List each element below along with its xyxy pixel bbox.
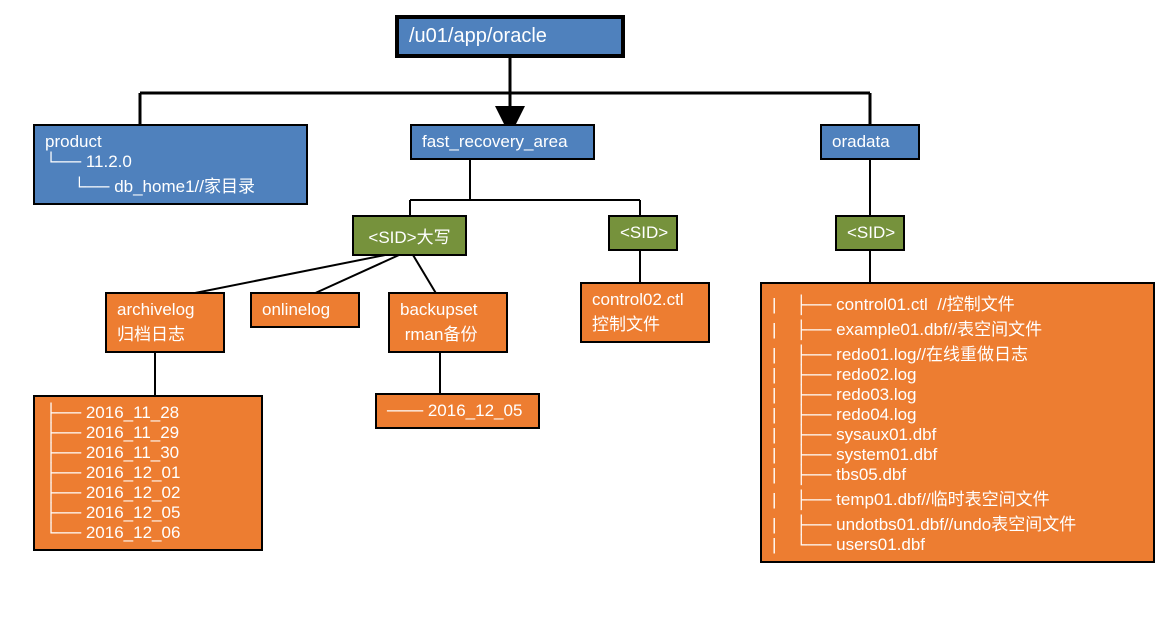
product-box: product └── 11.2.0 └── db_home1//家目录 <box>33 124 308 205</box>
sid-upper-box: <SID>大写 <box>352 215 467 256</box>
fra-sid-box: <SID> <box>608 215 678 251</box>
archivelog-dates-box: ├── 2016_11_28├── 2016_11_29├── 2016_11_… <box>33 395 263 551</box>
archivelog-name: archivelog <box>117 300 213 320</box>
backupset-date: ─── 2016_12_05 <box>387 401 522 420</box>
fra-sid: <SID> <box>620 223 668 242</box>
list-item: | ├── example01.dbf//表空间文件 <box>772 315 1143 340</box>
sid-upper: <SID>大写 <box>368 228 450 247</box>
product-line1: └── 11.2.0 <box>45 152 296 172</box>
oradata-title: oradata <box>832 132 890 151</box>
list-item: | ├── sysaux01.dbf <box>772 425 1143 445</box>
list-item: ├── 2016_12_01 <box>45 463 251 483</box>
oradata-sid-box: <SID> <box>835 215 905 251</box>
control02-box: control02.ctl 控制文件 <box>580 282 710 343</box>
control02-sub: 控制文件 <box>592 310 698 335</box>
list-item: ├── 2016_12_05 <box>45 503 251 523</box>
list-item: | └── users01.dbf <box>772 535 1143 555</box>
list-item: | ├── control01.ctl //控制文件 <box>772 290 1143 315</box>
oradata-box: oradata <box>820 124 920 160</box>
list-item: ├── 2016_12_02 <box>45 483 251 503</box>
fra-box: fast_recovery_area <box>410 124 595 160</box>
onlinelog: onlinelog <box>262 300 330 319</box>
control02-name: control02.ctl <box>592 290 698 310</box>
list-item: | ├── undotbs01.dbf//undo表空间文件 <box>772 510 1143 535</box>
backupset-box: backupset rman备份 <box>388 292 508 353</box>
root-path-box: /u01/app/oracle <box>395 15 625 58</box>
oradata-files-box: | ├── control01.ctl //控制文件| ├── example0… <box>760 282 1155 563</box>
archivelog-box: archivelog 归档日志 <box>105 292 225 353</box>
list-item: | ├── redo04.log <box>772 405 1143 425</box>
onlinelog-box: onlinelog <box>250 292 360 328</box>
product-title: product <box>45 132 296 152</box>
list-item: | ├── redo01.log//在线重做日志 <box>772 340 1143 365</box>
product-line2: └── db_home1//家目录 <box>45 172 296 197</box>
list-item: | ├── system01.dbf <box>772 445 1143 465</box>
list-item: ├── 2016_11_28 <box>45 403 251 423</box>
backupset-name: backupset <box>400 300 496 320</box>
backupset-dates-box: ─── 2016_12_05 <box>375 393 540 429</box>
root-path: /u01/app/oracle <box>409 25 547 47</box>
archivelog-sub: 归档日志 <box>117 320 213 345</box>
list-item: | ├── temp01.dbf//临时表空间文件 <box>772 485 1143 510</box>
list-item: ├── 2016_11_29 <box>45 423 251 443</box>
oradata-sid: <SID> <box>847 223 895 242</box>
backupset-sub: rman备份 <box>400 320 496 345</box>
list-item: ├── 2016_11_30 <box>45 443 251 463</box>
list-item: | ├── tbs05.dbf <box>772 465 1143 485</box>
list-item: | ├── redo03.log <box>772 385 1143 405</box>
list-item: | ├── redo02.log <box>772 365 1143 385</box>
list-item: └── 2016_12_06 <box>45 523 251 543</box>
fra-title: fast_recovery_area <box>422 132 568 151</box>
